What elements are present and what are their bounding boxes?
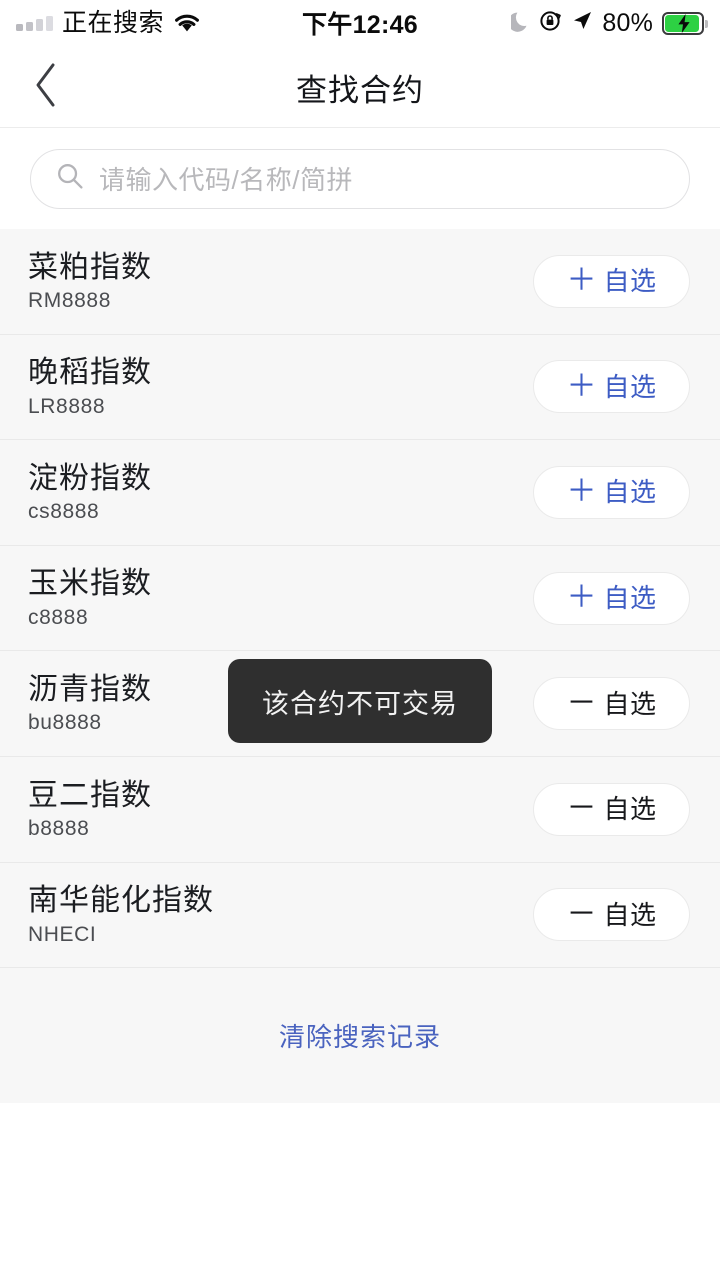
contract-name: 玉米指数: [28, 567, 152, 601]
contract-name: 菜粕指数: [28, 250, 152, 284]
contract-info: 玉米指数 c8888: [28, 568, 152, 628]
status-bar: 正在搜索 下午12:46 80%: [0, 0, 720, 46]
plus-icon: ＋: [566, 264, 597, 298]
minus-icon: －: [566, 792, 597, 826]
toast-message: 该合约不可交易: [228, 659, 492, 743]
contract-name: 淀粉指数: [28, 461, 152, 495]
contract-name: 豆二指数: [28, 778, 152, 812]
minus-icon: －: [566, 686, 597, 720]
location-arrow-icon: [571, 10, 593, 37]
moon-icon: [508, 10, 530, 37]
page-title: 查找合约: [296, 72, 424, 108]
contract-code: LR8888: [28, 394, 106, 418]
watchlist-button-label: 自选: [603, 583, 657, 614]
navigation-bar: 查找合约: [0, 46, 720, 128]
list-item[interactable]: 晚稻指数 LR8888 ＋ 自选: [0, 334, 720, 441]
list-item[interactable]: 淀粉指数 cs8888 ＋ 自选: [0, 440, 720, 546]
contract-info: 淀粉指数 cs8888: [28, 463, 152, 523]
search-icon: [55, 161, 85, 196]
status-bar-right: 80%: [508, 0, 708, 46]
contract-name: 晚稻指数: [28, 356, 152, 390]
add-to-watchlist-button[interactable]: ＋ 自选: [533, 360, 690, 414]
empty-space: [0, 1103, 720, 1280]
list-item[interactable]: 南华能化指数 NHECI － 自选: [0, 862, 720, 969]
footer-section: 清除搜索记录: [0, 968, 720, 1104]
toast-text: 该合约不可交易: [262, 688, 458, 719]
minus-icon: －: [566, 897, 597, 931]
plus-icon: ＋: [566, 581, 597, 615]
rotation-lock-icon: [539, 9, 562, 37]
contract-info: 菜粕指数 RM8888: [28, 252, 152, 312]
contract-info: 沥青指数 bu8888: [28, 674, 152, 734]
app-screen: 正在搜索 下午12:46 80% 查找合约 请输入代码/名称/简拼 菜粕指数 R…: [0, 0, 720, 1280]
contract-info: 南华能化指数 NHECI: [28, 885, 214, 945]
remove-from-watchlist-button[interactable]: － 自选: [533, 677, 690, 731]
watchlist-button-label: 自选: [603, 794, 657, 825]
contract-code: bu8888: [28, 711, 102, 735]
contract-info: 豆二指数 b8888: [28, 780, 152, 840]
contract-list: 菜粕指数 RM8888 ＋ 自选 晚稻指数 LR8888 ＋ 自选 淀粉指数 c…: [0, 229, 720, 969]
plus-icon: ＋: [566, 369, 597, 403]
search-input[interactable]: 请输入代码/名称/简拼: [30, 148, 690, 209]
watchlist-button-label: 自选: [603, 371, 657, 402]
battery-charging-icon: [662, 11, 708, 35]
watchlist-button-label: 自选: [603, 477, 657, 508]
battery-percent-label: 80%: [602, 8, 653, 37]
contract-name: 沥青指数: [28, 672, 152, 706]
contract-code: b8888: [28, 817, 90, 841]
add-to-watchlist-button[interactable]: ＋ 自选: [533, 465, 690, 519]
list-item[interactable]: 菜粕指数 RM8888 ＋ 自选: [0, 229, 720, 335]
watchlist-button-label: 自选: [603, 899, 657, 930]
add-to-watchlist-button[interactable]: ＋ 自选: [533, 254, 690, 308]
contract-name: 南华能化指数: [28, 884, 214, 918]
remove-from-watchlist-button[interactable]: － 自选: [533, 888, 690, 942]
contract-code: NHECI: [28, 922, 97, 946]
search-placeholder: 请输入代码/名称/简拼: [99, 165, 353, 195]
remove-from-watchlist-button[interactable]: － 自选: [533, 782, 690, 836]
contract-code: c8888: [28, 605, 89, 629]
clear-search-history-link[interactable]: 清除搜索记录: [279, 1017, 441, 1054]
plus-icon: ＋: [566, 475, 597, 509]
add-to-watchlist-button[interactable]: ＋ 自选: [533, 571, 690, 625]
contract-code: RM8888: [28, 289, 111, 313]
search-section: 请输入代码/名称/简拼: [0, 128, 720, 229]
list-item[interactable]: 玉米指数 c8888 ＋ 自选: [0, 545, 720, 652]
watchlist-button-label: 自选: [603, 688, 657, 719]
contract-info: 晚稻指数 LR8888: [28, 357, 152, 417]
clock-label: 下午12:46: [301, 11, 419, 39]
list-item[interactable]: 豆二指数 b8888 － 自选: [0, 756, 720, 863]
watchlist-button-label: 自选: [603, 266, 657, 297]
contract-code: cs8888: [28, 500, 100, 524]
